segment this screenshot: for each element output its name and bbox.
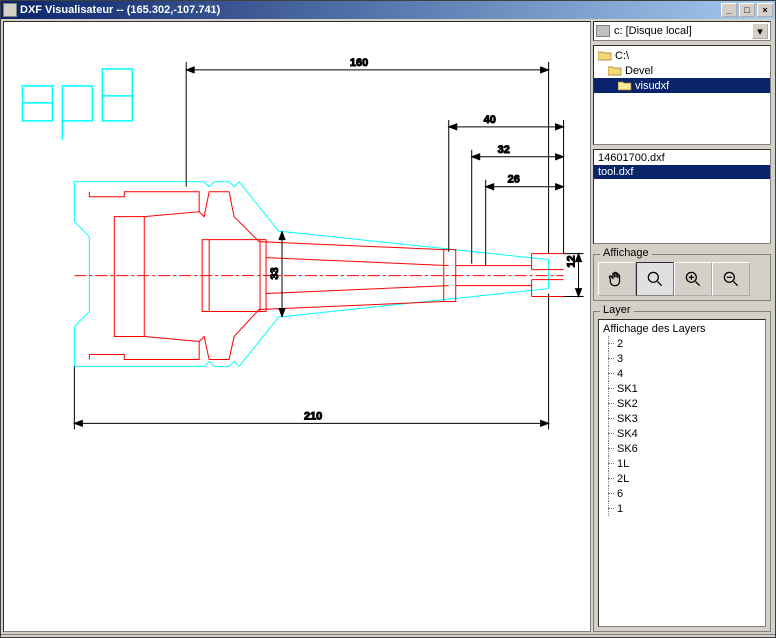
layer-item-label: 1L	[615, 458, 629, 470]
file-list[interactable]: 14601700.dxftool.dxf	[593, 149, 771, 244]
app-icon	[3, 3, 17, 17]
layer-item[interactable]: SK3	[603, 411, 761, 426]
dir-item[interactable]: visudxf	[594, 78, 770, 93]
layer-item[interactable]: 1	[603, 501, 761, 516]
dir-item-label: visudxf	[635, 80, 669, 92]
layer-item[interactable]: SK2	[603, 396, 761, 411]
dim-32: 32	[498, 144, 510, 156]
affichage-label: Affichage	[600, 247, 652, 259]
dir-item[interactable]: C:\	[594, 48, 770, 63]
drive-label: c: [Disque local]	[614, 25, 692, 37]
zoom-out-button[interactable]	[712, 262, 750, 296]
layer-item[interactable]: 2L	[603, 471, 761, 486]
titlebar[interactable]: DXF Visualisateur -- (165.302,-107.741) …	[1, 1, 775, 19]
layer-label: Layer	[600, 304, 634, 316]
window-title: DXF Visualisateur -- (165.302,-107.741)	[20, 4, 721, 16]
dim-160: 160	[350, 57, 368, 69]
directory-list[interactable]: C:\ Devel visudxf	[593, 45, 771, 145]
folder-icon	[608, 65, 622, 76]
file-item[interactable]: 14601700.dxf	[594, 151, 770, 165]
view-toolbar	[598, 262, 766, 296]
layer-item-label: SK4	[615, 428, 638, 440]
pan-button[interactable]	[598, 262, 636, 296]
body: 160 40 32 26	[1, 19, 775, 634]
layer-item-label: 4	[615, 368, 623, 380]
layer-item[interactable]: 1L	[603, 456, 761, 471]
app-window: DXF Visualisateur -- (165.302,-107.741) …	[0, 0, 776, 638]
minimize-button[interactable]: _	[721, 3, 737, 17]
maximize-button[interactable]: □	[739, 3, 755, 17]
dim-33: 33	[269, 267, 281, 279]
dim-210: 210	[304, 410, 322, 422]
zoom-in-button[interactable]	[674, 262, 712, 296]
layer-group: Layer Affichage des Layers 234SK1SK2SK3S…	[593, 311, 771, 632]
dir-item[interactable]: Devel	[594, 63, 770, 78]
dim-26: 26	[508, 174, 520, 186]
folder-open-icon	[618, 80, 632, 91]
layer-item[interactable]: 4	[603, 366, 761, 381]
dir-item-label: C:\	[615, 50, 629, 62]
folder-icon	[598, 50, 612, 61]
layer-item[interactable]: 3	[603, 351, 761, 366]
affichage-group: Affichage	[593, 254, 771, 301]
zoom-button[interactable]	[636, 262, 674, 296]
layer-item[interactable]: 6	[603, 486, 761, 501]
dim-12: 12	[566, 255, 578, 267]
layer-tree[interactable]: Affichage des Layers 2 3 4 SK1 SK2 SK3 SK4 SK6 1…	[598, 319, 766, 627]
layer-item-label: 3	[615, 353, 623, 365]
dxf-canvas[interactable]: 160 40 32 26	[3, 21, 591, 632]
dir-item-label: Devel	[625, 65, 653, 77]
drive-combo[interactable]: c: [Disque local] ▾	[593, 21, 771, 41]
layer-item-label: 2	[615, 338, 623, 350]
file-item[interactable]: tool.dxf	[594, 165, 770, 179]
drive-icon	[596, 25, 610, 37]
layer-item-label: SK6	[615, 443, 638, 455]
layer-item[interactable]: SK6	[603, 441, 761, 456]
layer-item-label: SK2	[615, 398, 638, 410]
layer-item[interactable]: SK1	[603, 381, 761, 396]
statusbar	[1, 634, 775, 637]
sidebar: c: [Disque local] ▾ C:\ Devel visudxf 1460…	[593, 19, 775, 634]
window-buttons: _ □ ×	[721, 3, 773, 17]
chevron-down-icon[interactable]: ▾	[752, 23, 768, 39]
layer-item-label: SK1	[615, 383, 638, 395]
close-button[interactable]: ×	[757, 3, 773, 17]
dim-40: 40	[484, 114, 496, 126]
layer-item-label: 1	[615, 503, 623, 515]
layer-item[interactable]: 2	[603, 336, 761, 351]
layer-item[interactable]: SK4	[603, 426, 761, 441]
layer-item-label: 2L	[615, 473, 629, 485]
layer-item-label: 6	[615, 488, 623, 500]
layer-tree-root[interactable]: Affichage des Layers	[603, 322, 761, 336]
layer-item-label: SK3	[615, 413, 638, 425]
